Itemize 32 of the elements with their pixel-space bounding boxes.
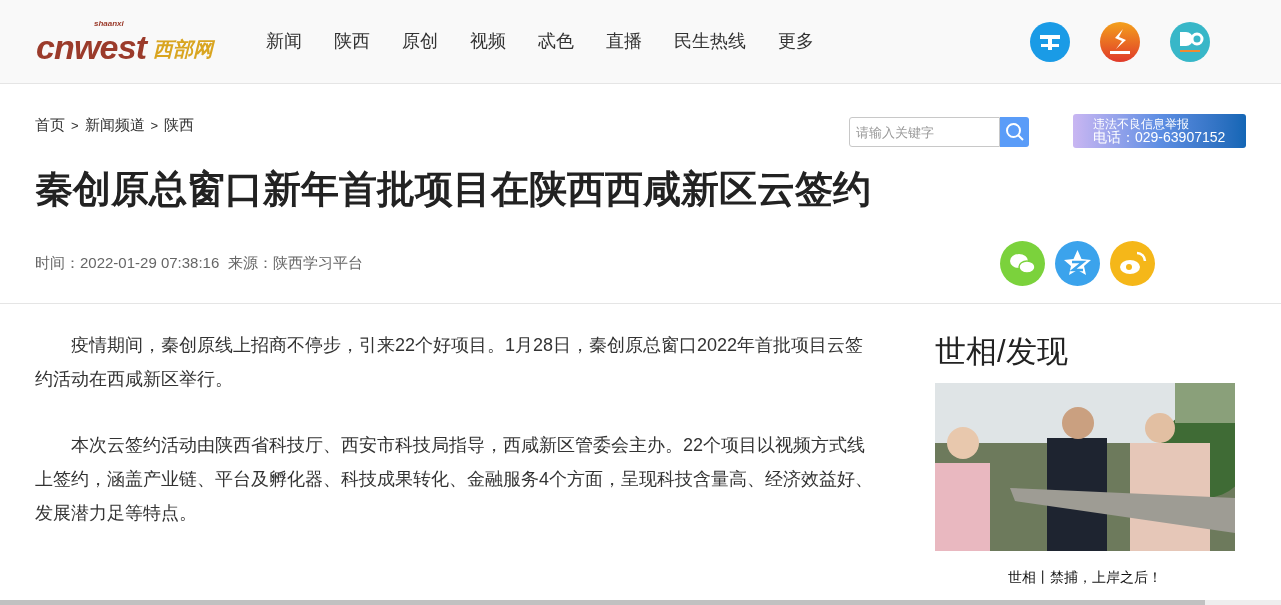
caption-link[interactable]: 世相丨禁捕，上岸之后！: [1008, 567, 1162, 588]
section-heading: 世相/发现: [935, 333, 1069, 371]
search-field[interactable]: 请输入关键字: [849, 117, 1000, 147]
weibo-share-icon[interactable]: [1110, 241, 1155, 286]
breadcrumb-link[interactable]: 陕西: [164, 114, 195, 137]
app-icon[interactable]: [1030, 21, 1070, 62]
breadcrumb-link[interactable]: 首页: [35, 114, 65, 137]
app-icon[interactable]: [1170, 21, 1210, 62]
nav-link[interactable]: 视频: [466, 28, 510, 55]
article-meta: 时间：2022-01-29 07:38:16 来源：陕西学习平台: [35, 253, 363, 274]
breadcrumb-link[interactable]: 新闻频道: [84, 114, 145, 137]
article-paragraph: 疫情期间，秦创原线上招商不停步，引来22个好项目。1月28日，秦创原总窗口2022年首批项目云签约活动在西咸新区举行。: [35, 334, 865, 391]
breadcrumb-separator: >: [71, 116, 79, 135]
qzone-share-icon[interactable]: [1055, 241, 1100, 286]
nav-link[interactable]: 新闻: [262, 28, 306, 55]
report-label: 违法不良信息举报: [1093, 118, 1190, 130]
nav-link[interactable]: 民生热线: [670, 28, 750, 55]
site-logo[interactable]: shaanxi cnwest 西部网: [36, 18, 236, 65]
report-phone: 电话：029-63907152: [1093, 130, 1227, 144]
breadcrumb-separator: >: [150, 116, 159, 135]
search-icon: [1004, 122, 1025, 142]
search-button[interactable]: [1000, 117, 1029, 147]
article-title: 秦创原总窗口新年首批项目在陕西西咸新区云签约: [34, 167, 872, 212]
nav-link[interactable]: 陕西: [330, 28, 374, 55]
article-paragraph: 本次云签约活动由陕西省科技厅、西安市科技局指导，西咸新区管委会主办。22个项目以视频方式线上签约，涵盖产业链、平台及孵化器、科技成果转化、金融服务4个方面，呈现科技含量高、经济效益好、发展潜力足等特点。: [35, 434, 874, 525]
nav-link[interactable]: 原创: [398, 28, 442, 55]
nav-link[interactable]: 直播: [602, 28, 646, 55]
scrollbar-thumb[interactable]: [0, 600, 1205, 605]
app-icon[interactable]: [1100, 21, 1140, 62]
nav-link[interactable]: 更多: [774, 28, 818, 55]
nav-link[interactable]: 忒色: [534, 28, 578, 55]
wechat-share-icon[interactable]: [1000, 241, 1045, 286]
